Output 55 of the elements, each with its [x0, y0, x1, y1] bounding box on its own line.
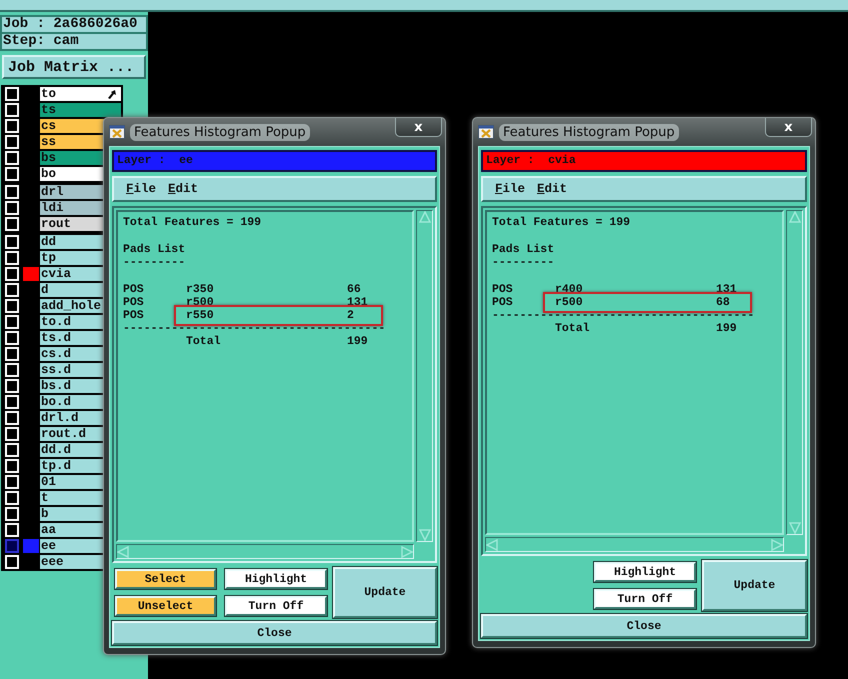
report-cell-text: r550: [186, 309, 215, 322]
toggle-button[interactable]: Turn Off: [594, 589, 696, 609]
toggle-button[interactable]: Turn Off: [225, 596, 327, 616]
menu-item[interactable]: File: [495, 182, 526, 196]
report-cell-text: POS: [492, 283, 514, 296]
window-title: Features Histogram Popup: [130, 124, 310, 140]
report-cell-text: POS: [123, 309, 145, 322]
report-cell-text: 66: [347, 283, 362, 296]
report-cell-text: 131: [716, 283, 738, 296]
report-cell-text: r400: [555, 283, 584, 296]
section-title: Pads List: [123, 243, 186, 256]
select-button[interactable]: Select: [115, 569, 216, 589]
app-icon: [478, 125, 494, 139]
layer-name[interactable]: ts: [40, 103, 121, 117]
total-features-text: Total Features = 199: [492, 216, 632, 229]
layer-title-bar: Layer : ee: [112, 150, 437, 172]
layer-title-bar: Layer : cvia: [481, 150, 807, 172]
total-label: Total: [555, 322, 591, 335]
app-icon: [109, 125, 125, 139]
job-matrix-button[interactable]: Job Matrix ...: [2, 55, 146, 79]
menu-item[interactable]: Edit: [168, 182, 198, 196]
job-label: Job : 2a686026a0: [0, 15, 148, 34]
report-cell-text: 2: [347, 309, 355, 322]
report-cell-text: 68: [716, 296, 731, 309]
report-cell-text: r350: [186, 283, 215, 296]
toggle-button[interactable]: Highlight: [594, 562, 696, 582]
report-cell-text: 131: [347, 296, 369, 309]
update-button[interactable]: Update: [333, 567, 437, 618]
menu-item[interactable]: Edit: [537, 182, 568, 196]
dashed-rule: --------------------------------------: [492, 309, 756, 322]
close-button[interactable]: Close: [112, 621, 437, 645]
total-count: 199: [347, 335, 369, 348]
report-cell-text: POS: [492, 296, 514, 309]
menu-item[interactable]: File: [126, 182, 156, 196]
toggle-button[interactable]: Highlight: [225, 569, 327, 589]
total-features-text: Total Features = 199: [123, 216, 262, 229]
dashed-rule: --------------------------------------: [123, 322, 386, 335]
section-title: Pads List: [492, 243, 556, 256]
report-cell-text: r500: [186, 296, 215, 309]
close-button[interactable]: x: [395, 118, 442, 137]
step-label: Step: cam: [0, 34, 148, 51]
layer-name[interactable]: to: [40, 87, 121, 101]
total-label: Total: [186, 335, 222, 348]
report-cell-text: POS: [123, 296, 145, 309]
window-title: Features Histogram Popup: [499, 124, 679, 140]
close-button[interactable]: Close: [481, 614, 807, 638]
total-count: 199: [716, 322, 738, 335]
update-button[interactable]: Update: [702, 560, 807, 611]
dashed-rule: ---------: [492, 256, 556, 269]
layer-checkbox[interactable]: [5, 539, 19, 553]
report-cell-text: POS: [123, 283, 145, 296]
close-button[interactable]: x: [765, 118, 812, 137]
report-cell-text: r500: [555, 296, 584, 309]
dashed-rule: ---------: [123, 256, 186, 269]
select-button[interactable]: Unselect: [115, 596, 216, 616]
